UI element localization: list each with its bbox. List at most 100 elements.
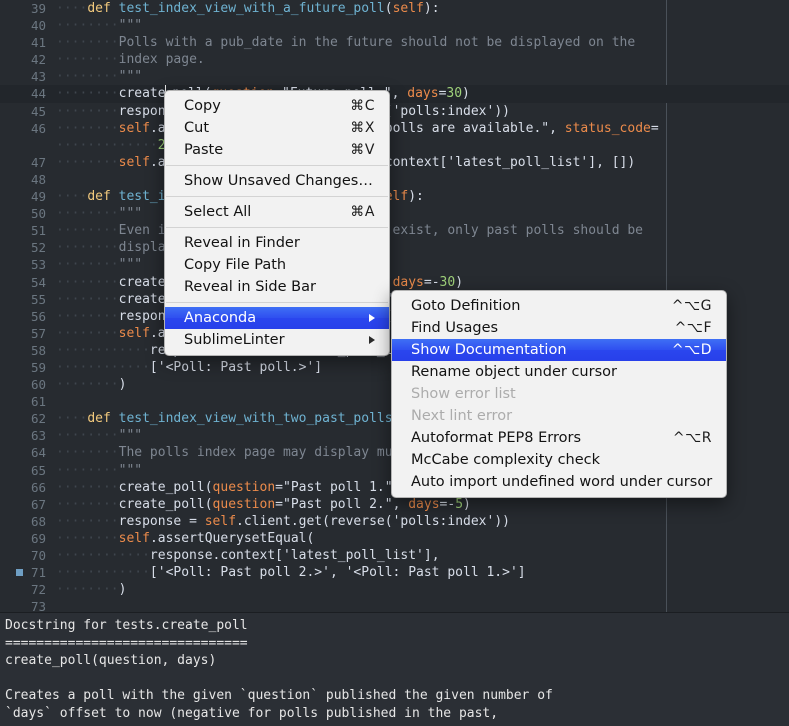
line-number: 55 [30,291,46,307]
menu-separator [166,165,388,166]
menu-item-label: Find Usages [411,320,499,336]
menu-item-sublimelinter[interactable]: SublimeLinter [165,329,389,351]
code-line[interactable]: 49····def test_index_view_with_a_past_po… [0,188,789,205]
menu-item-paste[interactable]: Paste ⌘V [165,139,389,161]
code-line[interactable]: 69 ········self.assertQuerysetEqual( [0,530,789,547]
menu-item-reveal-in-finder[interactable]: Reveal in Finder [165,232,389,254]
line-number: 50 [30,206,46,222]
line-number: 41 [30,35,46,51]
line-number: 69 [30,530,46,546]
code-line[interactable]: 48 [0,171,789,188]
code-text: ········""" [56,428,143,444]
code-line[interactable]: 73 [0,598,789,612]
menu-item-show-unsaved-changes[interactable]: Show Unsaved Changes… [165,170,389,192]
code-line[interactable]: 53 ········""" [0,256,789,273]
menu-item-anaconda[interactable]: Anaconda [165,307,389,329]
menu-item-label: Rename object under cursor [411,364,617,380]
code-line[interactable]: 47········self.assertQuerysetEqual(respo… [0,154,789,171]
menu-item-cut[interactable]: Cut ⌘X [165,117,389,139]
line-number: 71 [30,565,46,581]
line-number: 68 [30,513,46,529]
line-number: 66 [30,479,46,495]
code-text: ········""" [56,18,143,34]
code-line[interactable]: 52········displayed on the index page. [0,239,789,256]
code-line[interactable]: 68 ········response = self.client.get(rev… [0,513,789,530]
code-line[interactable]: 40 ········""" [0,17,789,34]
line-number: 44 [30,86,46,102]
menu-item-label: Anaconda [184,310,257,326]
menu-separator [166,196,388,197]
code-text: ········create_poll(question="Past poll … [56,496,471,512]
menu-item-label: Reveal in Finder [184,235,300,251]
context-menu[interactable]: Copy ⌘C Cut ⌘X Paste ⌘V Show Unsaved Changes… S… [164,90,390,356]
code-line[interactable]: 44········create_poll(question="Future p… [0,85,789,103]
code-text: ········""" [56,462,143,478]
submenu-item-next-lint-error: Next lint error [392,405,726,427]
menu-item-label: Goto Definition [411,298,521,314]
line-number: 59 [30,359,46,375]
submenu-item-autoformat-pep8-errors[interactable]: Autoformat PEP8 Errors ^⌥R [392,427,726,449]
code-text: ········""" [56,69,143,85]
code-text: ········) [56,582,127,598]
sublime-text-window: 39 ····def test_index_view_with_a_future_… [0,0,789,726]
line-number: 64 [30,445,46,461]
submenu-item-mccabe-complexity-check[interactable]: McCabe complexity check [392,449,726,471]
line-number: 63 [30,428,46,444]
output-panel-lines: Docstring for tests.create_poll =========… [2,617,789,723]
line-number: 48 [30,171,46,187]
output-line: `days` offset to now (negative for polls… [5,705,499,721]
line-number: 70 [30,548,46,563]
submenu-item-show-documentation[interactable]: Show Documentation ^⌥D [392,339,726,361]
submenu-item-rename-object-under-cursor[interactable]: Rename object under cursor [392,361,726,383]
line-number: 56 [30,308,46,324]
line-number: 45 [30,103,46,119]
code-line[interactable]: 39 ····def test_index_view_with_a_future_… [0,0,789,17]
line-number: 60 [30,377,46,393]
code-line[interactable]: 42 ········index page. [0,51,789,68]
line-number: 51 [30,223,46,239]
menu-item-copy-file-path[interactable]: Copy File Path [165,254,389,276]
menu-item-label: Show Unsaved Changes… [184,173,373,189]
code-text: ········response = self.client.get(rever… [56,513,510,529]
line-number: 39 [30,1,46,16]
menu-item-reveal-in-side-bar[interactable]: Reveal in Side Bar [165,276,389,298]
menu-item-copy[interactable]: Copy ⌘C [165,95,389,117]
code-line[interactable]: 50 ········""" [0,205,789,222]
code-line[interactable]: 41 ········Polls with a pub_date in the f… [0,34,789,51]
submenu-item-find-usages[interactable]: Find Usages ^⌥F [392,317,726,339]
code-line[interactable]: 72 ········) [0,581,789,598]
code-line[interactable]: 43 ········""" [0,68,789,85]
code-line[interactable]: 54········create_poll(question="Past pol… [0,274,789,291]
submenu-item-goto-definition[interactable]: Goto Definition ^⌥G [392,295,726,317]
output-line: =============================== [5,635,248,651]
menu-item-select-all[interactable]: Select All ⌘A [165,201,389,223]
menu-item-label: Select All [184,204,252,220]
line-number: 52 [30,240,46,256]
anaconda-submenu[interactable]: Goto Definition ^⌥G Find Usages ^⌥F Show Doc… [391,290,727,498]
code-line[interactable]: ·············200) [0,137,789,154]
output-line: create_poll(question, days) [5,653,217,669]
line-number: 49 [30,189,46,205]
code-text: ········self.assertQuerysetEqual( [56,530,315,546]
code-text: ········index page. [56,52,205,68]
menu-item-label: Paste [184,142,224,158]
code-line[interactable]: 71 ············['<Poll: Past poll 2.>', '… [0,564,789,581]
line-number: 40 [30,18,46,34]
code-line[interactable]: 45········response = self.client.get(rev… [0,103,789,120]
code-text: ········) [56,377,127,393]
line-number: 72 [30,582,46,598]
menu-item-shortcut: ⌘C [350,98,375,114]
code-text: ············['<Poll: Past poll 2.>', '<P… [56,565,526,581]
code-line[interactable]: 70 ············response.context['latest_p… [0,547,789,564]
line-number: 73 [30,599,46,612]
code-line[interactable]: 67 ········create_poll(question="Past pol… [0,496,789,513]
code-line[interactable]: 51········Even if both past and future p… [0,222,789,239]
output-panel[interactable]: Docstring for tests.create_poll =========… [0,612,789,726]
menu-item-shortcut: ⌘A [350,204,375,220]
code-line[interactable]: 46········self.assertContains(response, … [0,120,789,137]
line-number: 57 [30,325,46,341]
menu-item-shortcut: ⌘V [350,142,375,158]
submenu-item-auto-import-undefined-word-under-cursor[interactable]: Auto import undefined word under cursor [392,471,726,493]
line-number: 42 [30,52,46,68]
